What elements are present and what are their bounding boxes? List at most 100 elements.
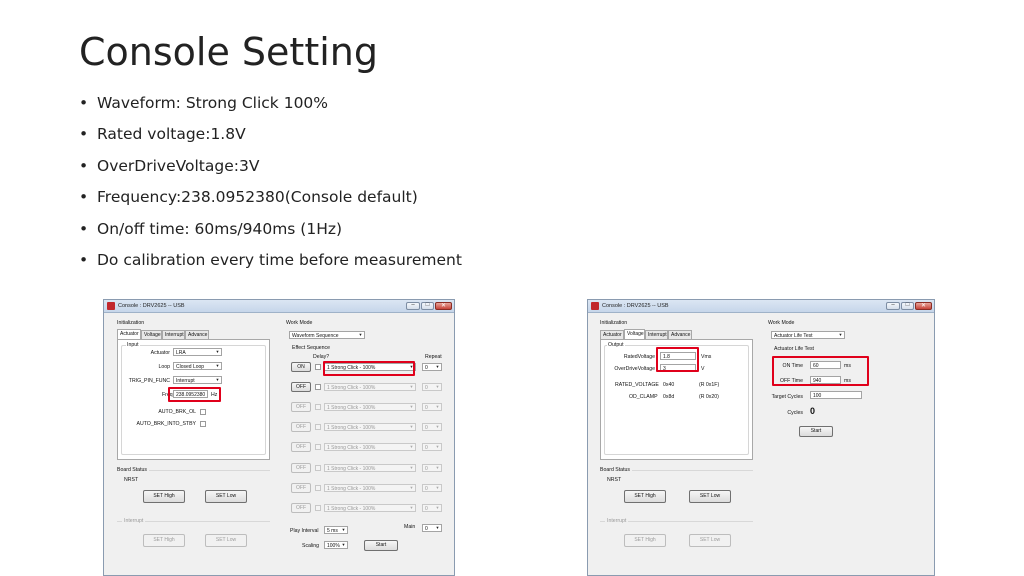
repeat-label: Repeat — [425, 354, 442, 360]
tab-actuator[interactable]: Actuator — [600, 330, 624, 339]
right-window-title: Console : DRV2625 -- USB — [602, 303, 669, 309]
cycles-value: 0 — [810, 406, 816, 416]
seq-row-2-repeat-select[interactable]: 0 ▼ — [422, 383, 442, 391]
seq-row-8-delay-checkbox[interactable] — [315, 505, 321, 511]
seq-row-4-repeat-select[interactable]: 0 ▼ — [422, 423, 442, 431]
seq-row-7-effect-select[interactable]: 1 Strong Click - 100% ▼ — [324, 484, 416, 492]
seq-row-3-repeat-text: 0 — [425, 405, 428, 411]
overdrive-unit: V — [701, 366, 705, 372]
play-interval-select[interactable]: 5 ms ▼ — [324, 526, 348, 534]
seq-row-8-toggle-button[interactable]: OFF — [291, 503, 311, 513]
chevron-down-icon: ▼ — [435, 505, 440, 510]
board-status-label: Board Status — [600, 467, 632, 473]
seq-row-5-toggle-button[interactable]: OFF — [291, 442, 311, 452]
voltage-highlight — [656, 347, 699, 372]
interrupt-set-low-button[interactable]: SET Low — [205, 534, 247, 547]
init-label: Initialization — [117, 320, 145, 326]
rated-voltage-label: RatedVoltage — [623, 354, 655, 360]
scaling-select[interactable]: 100% ▼ — [324, 541, 348, 549]
actuator-select[interactable]: LRA ▼ — [173, 348, 222, 356]
chevron-down-icon: ▼ — [215, 349, 220, 354]
loop-label: Loop — [158, 364, 170, 370]
main-select[interactable]: 0 ▼ — [422, 524, 442, 532]
tab-actuator[interactable]: Actuator — [117, 329, 141, 339]
seq-row-3-repeat-select[interactable]: 0 ▼ — [422, 403, 442, 411]
effect-sequence-label: Effect Sequence — [292, 345, 330, 351]
cycles-label: Cycles — [787, 410, 803, 416]
app-icon — [107, 302, 115, 310]
seq-row-7-delay-checkbox[interactable] — [315, 485, 321, 491]
target-cycles-input[interactable]: 100 — [810, 391, 862, 399]
set-high-button[interactable]: SET High — [143, 490, 185, 503]
set-high-button[interactable]: SET High — [624, 490, 666, 503]
loop-select[interactable]: Closed Loop ▼ — [173, 362, 222, 370]
seq-row-7-repeat-text: 0 — [425, 486, 428, 492]
set-low-button[interactable]: SET Low — [205, 490, 247, 503]
seq-row-6-delay-checkbox[interactable] — [315, 465, 321, 471]
auto-brk-ol-checkbox[interactable] — [200, 409, 206, 415]
set-low-button[interactable]: SET Low — [689, 490, 731, 503]
od-clamp-label: OD_CLAMP — [629, 394, 658, 400]
auto-brk-stby-checkbox[interactable] — [200, 421, 206, 427]
seq-row-1-delay-checkbox[interactable] — [315, 364, 321, 370]
seq-row-2-delay-checkbox[interactable] — [315, 384, 321, 390]
seq-row-8-effect-text: 1 Strong Click - 100% — [327, 506, 376, 512]
seq-row-1-toggle-button[interactable]: ON — [291, 362, 311, 372]
seq-row-3-toggle-button[interactable]: OFF — [291, 402, 311, 412]
seq-row-3-delay-checkbox[interactable] — [315, 404, 321, 410]
seq-row-4-effect-select[interactable]: 1 Strong Click - 100% ▼ — [324, 423, 416, 431]
left-start-button[interactable]: Start — [364, 540, 398, 551]
trig-pin-select[interactable]: Interrupt ▼ — [173, 376, 222, 384]
chevron-down-icon: ▼ — [435, 424, 440, 429]
seq-row-7-repeat-select[interactable]: 0 ▼ — [422, 484, 442, 492]
right-start-button[interactable]: Start — [799, 426, 833, 437]
seq-row-6-toggle-button[interactable]: OFF — [291, 463, 311, 473]
maximize-icon[interactable]: □ — [421, 302, 434, 310]
seq-row-1-repeat-select[interactable]: 0 ▼ — [422, 363, 442, 371]
seq-row-6-effect-select[interactable]: 1 Strong Click - 100% ▼ — [324, 464, 416, 472]
seq-row-5-delay-checkbox[interactable] — [315, 444, 321, 450]
seq-row-4-toggle-button[interactable]: OFF — [291, 422, 311, 432]
seq-row-2-toggle-button[interactable]: OFF — [291, 382, 311, 392]
tab-voltage[interactable]: Voltage — [624, 329, 645, 339]
chevron-down-icon: ▼ — [435, 384, 440, 389]
interrupt-set-high-button[interactable]: SET High — [143, 534, 185, 547]
chevron-down-icon: ▼ — [435, 465, 440, 470]
close-icon[interactable]: ✕ — [435, 302, 452, 310]
interrupt-label: Interrupt — [605, 518, 629, 524]
seq-row-2-effect-select[interactable]: 1 Strong Click - 100% ▼ — [324, 383, 416, 391]
chevron-down-icon: ▼ — [435, 485, 440, 490]
seq-row-6-repeat-select[interactable]: 0 ▼ — [422, 464, 442, 472]
work-mode-select[interactable]: Actuator Life Test ▼ — [771, 331, 845, 339]
seq-row-7-toggle-button[interactable]: OFF — [291, 483, 311, 493]
interrupt-set-high-button[interactable]: SET High — [624, 534, 666, 547]
seq-row-4-delay-checkbox[interactable] — [315, 424, 321, 430]
rated-reg-addr: (R 0x1F) — [699, 382, 720, 388]
freq-highlight — [168, 387, 221, 402]
tab-advance[interactable]: Advance — [668, 330, 692, 339]
seq-row-8-effect-select[interactable]: 1 Strong Click - 100% ▼ — [324, 504, 416, 512]
seq-row-5-effect-select[interactable]: 1 Strong Click - 100% ▼ — [324, 443, 416, 451]
tab-voltage[interactable]: Voltage — [141, 330, 162, 339]
tab-advance[interactable]: Advance — [185, 330, 209, 339]
interrupt-set-low-button[interactable]: SET Low — [689, 534, 731, 547]
minimize-icon[interactable]: – — [886, 302, 900, 310]
right-window-titlebar[interactable]: Console : DRV2625 -- USB – □ ✕ — [588, 300, 934, 313]
left-window-title: Console : DRV2625 -- USB — [118, 303, 185, 309]
chevron-down-icon: ▼ — [215, 377, 220, 382]
seq-row-5-repeat-select[interactable]: 0 ▼ — [422, 443, 442, 451]
tab-interrupt[interactable]: Interrupt — [645, 330, 668, 339]
seq-row-6-repeat-text: 0 — [425, 466, 428, 472]
chevron-down-icon: ▼ — [435, 444, 440, 449]
minimize-icon[interactable]: – — [406, 302, 420, 310]
seq-row-3-effect-select[interactable]: 1 Strong Click - 100% ▼ — [324, 403, 416, 411]
chevron-down-icon: ▼ — [409, 485, 414, 490]
left-window-titlebar[interactable]: Console : DRV2625 -- USB – □ ✕ — [104, 300, 454, 313]
seq-row-5-repeat-text: 0 — [425, 445, 428, 451]
work-mode-select[interactable]: Waveform Sequence ▼ — [289, 331, 365, 339]
maximize-icon[interactable]: □ — [901, 302, 914, 310]
tab-interrupt[interactable]: Interrupt — [162, 330, 185, 339]
seq-row-8-repeat-select[interactable]: 0 ▼ — [422, 504, 442, 512]
chevron-down-icon: ▼ — [435, 364, 440, 369]
close-icon[interactable]: ✕ — [915, 302, 932, 310]
